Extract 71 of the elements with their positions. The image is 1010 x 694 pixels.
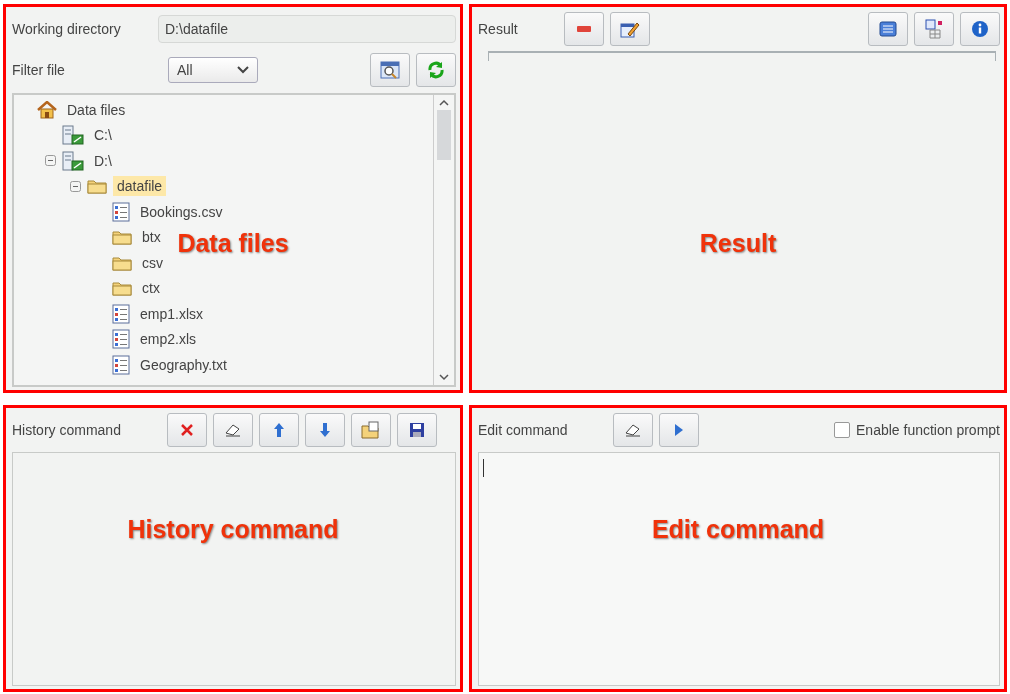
folder-icon xyxy=(112,229,132,246)
folder-icon xyxy=(112,254,132,271)
minus-icon xyxy=(576,26,591,32)
tree-item[interactable]: emp1.xlsx xyxy=(136,303,208,324)
eraser-icon xyxy=(624,423,643,437)
working-directory-field[interactable]: D:\datafile xyxy=(158,15,456,43)
tree-item[interactable]: csv xyxy=(138,252,167,273)
folder-icon xyxy=(360,421,381,439)
scroll-up-icon[interactable] xyxy=(439,99,449,106)
eraser-icon xyxy=(223,423,242,437)
drive-icon xyxy=(62,150,84,171)
scroll-down-icon[interactable] xyxy=(439,374,449,381)
run-button[interactable] xyxy=(659,413,700,447)
filter-file-label: Filter file xyxy=(12,62,66,78)
info-icon xyxy=(971,20,989,38)
function-prompt-checkbox[interactable]: Enable function prompt xyxy=(834,422,1000,438)
tree-item[interactable]: D:\ xyxy=(90,150,116,171)
tree-item[interactable]: Data files xyxy=(63,99,130,120)
grid-icon xyxy=(924,19,944,39)
play-icon xyxy=(674,423,685,437)
tree-item[interactable]: datafile xyxy=(113,176,167,197)
edit-button[interactable] xyxy=(609,12,650,46)
up-arrow-button[interactable] xyxy=(258,413,299,447)
open-button[interactable] xyxy=(350,413,391,447)
caret-icon xyxy=(237,66,249,74)
collapse-icon[interactable] xyxy=(70,180,81,192)
annotation-label: History command xyxy=(127,514,339,544)
annotation-label: Data files xyxy=(177,229,289,259)
pencil-icon xyxy=(619,20,640,38)
refresh-button[interactable] xyxy=(416,53,456,87)
tree-item[interactable]: Bookings.csv xyxy=(136,201,227,222)
panel-title: History command xyxy=(12,422,121,438)
eraser-button[interactable] xyxy=(212,413,253,447)
tree-item[interactable]: btx xyxy=(138,227,165,248)
annotation-label: Result xyxy=(699,229,777,259)
collapse-icon[interactable] xyxy=(45,155,56,167)
panel-title: Result xyxy=(478,21,518,37)
list-file-icon xyxy=(112,201,130,222)
scrollbar-thumb[interactable] xyxy=(437,110,451,160)
tree-item[interactable]: C:\ xyxy=(90,125,116,146)
list-window-icon xyxy=(879,21,897,37)
tree-item[interactable]: ctx xyxy=(138,278,164,299)
down-arrow-icon xyxy=(318,422,331,438)
refresh-icon xyxy=(427,61,445,79)
info-button[interactable] xyxy=(960,12,1000,46)
eraser-button[interactable] xyxy=(613,413,654,447)
working-directory-label: Working directory xyxy=(12,21,122,37)
folder-icon xyxy=(112,280,132,297)
cross-icon xyxy=(179,423,194,437)
drive-icon xyxy=(62,125,84,146)
list-file-icon xyxy=(112,303,130,324)
grid-export-button[interactable] xyxy=(914,12,954,46)
search-button[interactable] xyxy=(370,53,410,87)
filter-dropdown[interactable]: All xyxy=(168,57,258,83)
delete-button[interactable] xyxy=(166,413,207,447)
up-arrow-icon xyxy=(272,422,285,438)
tree-item[interactable]: Geography.txt xyxy=(136,354,231,375)
minus-button[interactable] xyxy=(563,12,604,46)
panel-view-button[interactable] xyxy=(868,12,908,46)
save-button[interactable] xyxy=(396,413,437,447)
annotation-label: Edit command xyxy=(651,514,825,544)
checkbox[interactable] xyxy=(834,422,850,438)
folder-icon xyxy=(87,178,107,195)
house-icon xyxy=(37,100,57,119)
down-arrow-button[interactable] xyxy=(304,413,345,447)
list-file-icon xyxy=(112,354,130,375)
scrollbar[interactable] xyxy=(433,95,454,385)
panel-title: Edit command xyxy=(478,422,568,438)
tree-item[interactable]: emp2.xls xyxy=(136,329,201,350)
search-icon xyxy=(380,61,400,79)
list-file-icon xyxy=(112,329,130,350)
